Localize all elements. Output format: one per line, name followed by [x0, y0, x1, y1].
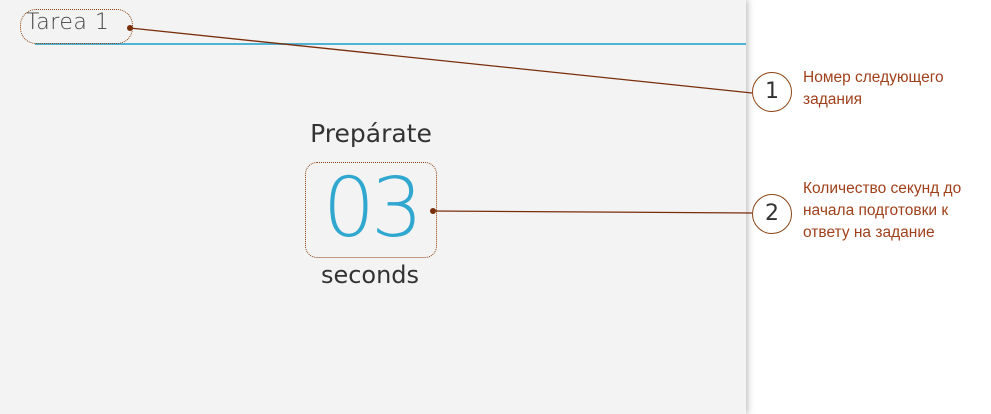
callout-note-1: Номер следующего задания [803, 67, 944, 111]
note-1-line-1: Номер следующего [803, 69, 944, 86]
callout-dot-2 [430, 208, 436, 214]
callout-note-2: Количество секунд до начала подготовки к… [803, 178, 961, 244]
callout-line-1 [129, 27, 753, 94]
note-2-line-2: начала подготовки к [803, 202, 949, 219]
callout-line-2 [432, 210, 753, 214]
callout-marker-1: 1 [752, 72, 792, 112]
note-1-line-2: задания [803, 91, 863, 108]
note-2-line-1: Количество секунд до [803, 180, 962, 197]
callout-marker-2: 2 [752, 194, 792, 234]
note-2-line-3: ответу на задание [803, 224, 935, 241]
callout-dot-1 [127, 25, 133, 31]
